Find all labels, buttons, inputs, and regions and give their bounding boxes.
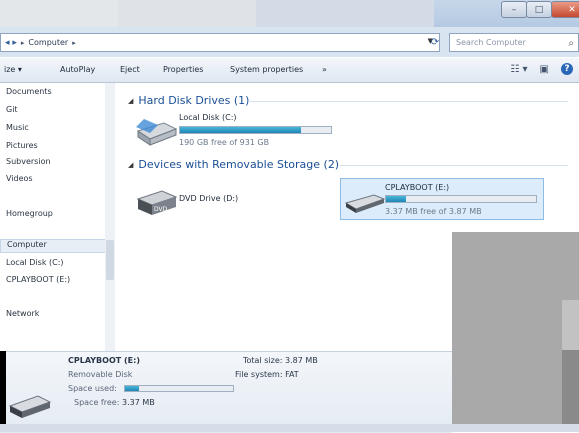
eject-button[interactable]: Eject (120, 65, 140, 74)
search-icon[interactable]: ⌕ (568, 35, 574, 52)
back-forward-icon[interactable]: ◂ ▸ (5, 38, 17, 48)
render-artifact (562, 350, 579, 432)
dvd-drive-icon: DVD (136, 190, 178, 215)
usage-bar-fill (386, 196, 406, 202)
refresh-icon[interactable]: ⟳ (424, 33, 446, 52)
breadcrumb-computer[interactable]: Computer (28, 38, 68, 47)
collapse-icon[interactable]: ◢ (128, 97, 133, 105)
drive-name: Local Disk (C:) (179, 113, 237, 122)
details-file-system: File system: FAT (235, 370, 299, 379)
svg-text:DVD: DVD (154, 206, 168, 213)
group-header-hard-disks[interactable]: ◢ Hard Disk Drives (1) (128, 94, 249, 107)
usage-bar-fill (125, 386, 140, 391)
view-options-icon[interactable]: ☷ ▾ (510, 64, 527, 75)
drive-free-space: 190 GB free of 931 GB (179, 138, 270, 147)
details-space-free-label: Space free: (74, 398, 120, 407)
nav-item-computer[interactable]: Computer (0, 239, 110, 253)
group-divider (248, 101, 568, 102)
properties-button[interactable]: Properties (163, 65, 203, 74)
command-bar: ize ▾ AutoPlay Eject Properties System p… (0, 58, 579, 83)
group-title: Devices with Removable Storage (2) (138, 158, 340, 171)
nav-item-network[interactable]: Network (6, 309, 39, 318)
title-bar: – □ ✕ (0, 0, 579, 27)
usage-bar-fill (180, 127, 301, 133)
group-title: Hard Disk Drives (1) (138, 94, 250, 107)
details-pane: CPLAYBOOT (E:) Removable Disk Space used… (0, 351, 452, 433)
nav-item-homegroup[interactable]: Homegroup (6, 209, 53, 218)
status-strip (0, 424, 579, 432)
drive-free-space: 3.37 MB free of 3.87 MB (385, 207, 482, 216)
usage-bar (385, 195, 537, 203)
address-bar[interactable]: ◂ ▸ ▸ Computer ▸ ▼ (0, 33, 440, 52)
details-drive-name: CPLAYBOOT (E:) (68, 356, 140, 365)
details-drive-type: Removable Disk (68, 370, 133, 379)
more-commands-button[interactable]: » (322, 65, 327, 74)
drive-name: CPLAYBOOT (E:) (385, 183, 450, 192)
hard-disk-icon (136, 119, 178, 146)
usb-drive-icon (344, 194, 386, 213)
title-bar-artifact (118, 0, 256, 27)
organize-button[interactable]: ize ▾ (4, 65, 22, 74)
nav-item-cplayboot[interactable]: CPLAYBOOT (E:) (6, 275, 70, 284)
group-header-removable[interactable]: ◢ Devices with Removable Storage (2) (128, 158, 339, 171)
title-bar-artifact (0, 0, 118, 27)
close-button[interactable]: ✕ (551, 1, 579, 18)
search-input[interactable]: Search Computer ⌕ (449, 33, 579, 52)
maximize-button[interactable]: □ (526, 1, 552, 18)
nav-item-subversion[interactable]: Subversion (6, 157, 51, 166)
window-controls: – □ ✕ (501, 1, 579, 18)
details-total-size: Total size: 3.87 MB (243, 356, 318, 365)
collapse-icon[interactable]: ◢ (128, 161, 133, 169)
breadcrumb-separator-icon: ▸ (72, 38, 76, 47)
search-placeholder: Search Computer (456, 38, 526, 47)
usage-bar (179, 126, 332, 134)
nav-item-videos[interactable]: Videos (6, 174, 33, 183)
nav-item-local-disk[interactable]: Local Disk (C:) (6, 258, 64, 267)
breadcrumb-separator-icon: ▸ (20, 38, 25, 47)
nav-scrollbar[interactable] (105, 83, 115, 351)
nav-item-documents[interactable]: Documents (6, 87, 52, 96)
system-properties-button[interactable]: System properties (230, 65, 303, 74)
preview-pane-icon[interactable]: ▣ (540, 64, 549, 75)
render-artifact (0, 351, 6, 432)
minimize-button[interactable]: – (501, 1, 527, 18)
drive-tile-cplayboot[interactable]: CPLAYBOOT (E:) 3.37 MB free of 3.87 MB (340, 178, 544, 220)
drive-name: DVD Drive (D:) (179, 194, 239, 203)
nav-item-pictures[interactable]: Pictures (6, 141, 38, 150)
title-bar-artifact (256, 0, 434, 27)
render-artifact (452, 232, 579, 432)
details-space-used-label: Space used: (68, 384, 117, 393)
details-usage-bar (124, 385, 234, 392)
details-space-free-value: 3.37 MB (122, 398, 155, 407)
nav-item-music[interactable]: Music (6, 123, 29, 132)
group-divider (340, 165, 568, 166)
help-icon[interactable]: ? (561, 63, 573, 75)
render-artifact (562, 300, 579, 350)
autoplay-button[interactable]: AutoPlay (60, 65, 95, 74)
nav-item-git[interactable]: Git (6, 105, 18, 114)
usb-drive-large-icon (8, 395, 52, 418)
nav-scrollbar-thumb[interactable] (106, 240, 114, 280)
